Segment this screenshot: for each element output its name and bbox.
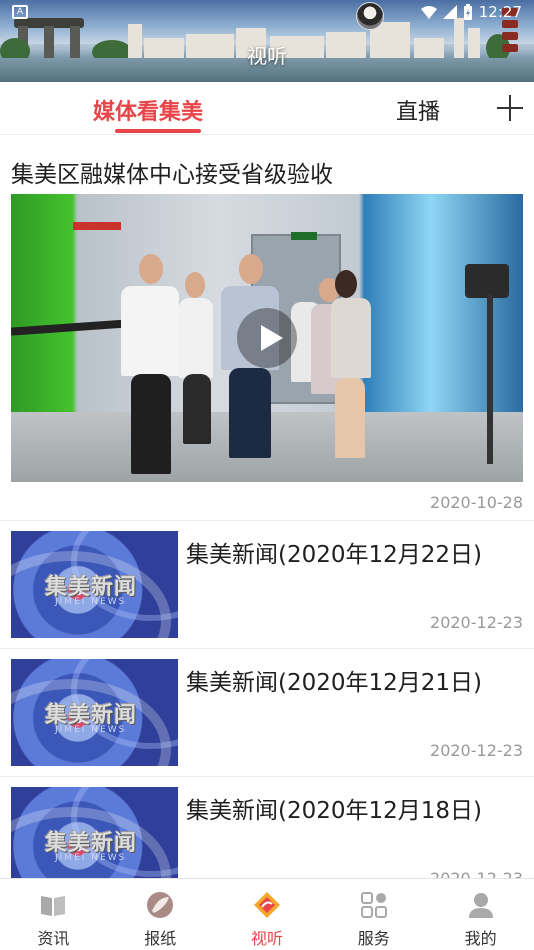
person-icon — [468, 893, 493, 918]
signal-icon — [442, 5, 457, 19]
nav-item-newspaper[interactable]: 报纸 — [107, 879, 214, 950]
nav-item-media[interactable]: 视听 — [214, 879, 321, 950]
feature-video-thumbnail[interactable] — [11, 194, 523, 482]
tab-live[interactable]: 直播 — [396, 94, 440, 126]
nav-item-news[interactable]: 资讯 — [0, 879, 107, 950]
tab-active-indicator — [115, 129, 201, 133]
list-item[interactable]: 集美新闻 JIMEI NEWS 集美新闻(2020年12月21日) 2020-1… — [0, 649, 534, 777]
header-banner: A 12:27 视听 — [0, 0, 534, 82]
play-icon[interactable] — [237, 308, 297, 368]
news-title[interactable]: 集美新闻(2020年12月18日) — [186, 791, 482, 825]
bottom-navigation: 资讯 报纸 视听 服务 我的 — [0, 878, 534, 950]
nav-label: 视听 — [250, 929, 283, 948]
wifi-icon — [420, 6, 437, 19]
plus-icon[interactable] — [497, 95, 523, 121]
news-thumbnail[interactable]: 集美新闻 JIMEI NEWS — [11, 659, 178, 766]
status-time: 12:27 — [478, 3, 522, 21]
page-title: 视听 — [247, 44, 287, 68]
nav-label: 资讯 — [37, 929, 70, 948]
nav-item-profile[interactable]: 我的 — [427, 879, 534, 950]
thumbnail-logo-subtext: JIMEI NEWS — [55, 853, 127, 863]
tab-media-jimei[interactable]: 媒体看集美 — [93, 94, 203, 126]
news-thumbnail[interactable]: 集美新闻 JIMEI NEWS — [11, 531, 178, 638]
user-avatar[interactable] — [356, 2, 384, 30]
book-icon — [41, 896, 66, 916]
feature-title[interactable]: 集美区融媒体中心接受省级验收 — [11, 155, 333, 189]
news-title[interactable]: 集美新闻(2020年12月22日) — [186, 535, 482, 569]
news-date: 2020-12-23 — [430, 613, 523, 632]
thumbnail-logo-subtext: JIMEI NEWS — [55, 597, 127, 607]
channel-tabs: 媒体看集美 直播 — [0, 82, 534, 135]
nav-item-services[interactable]: 服务 — [320, 879, 427, 950]
list-item[interactable]: 集美新闻 JIMEI NEWS 集美新闻(2020年12月22日) 2020-1… — [0, 521, 534, 649]
nav-label: 服务 — [357, 929, 390, 948]
thumbnail-logo-subtext: JIMEI NEWS — [55, 725, 127, 735]
a-notification-icon: A — [12, 5, 28, 19]
feature-article[interactable]: 集美区融媒体中心接受省级验收 2020-10-28 — [0, 135, 534, 521]
media-diamond-icon — [253, 892, 280, 918]
battery-charging-icon — [463, 4, 472, 20]
grid-services-icon — [360, 892, 387, 918]
nav-label: 我的 — [464, 929, 497, 948]
news-title[interactable]: 集美新闻(2020年12月21日) — [186, 663, 482, 697]
newspaper-leaf-icon — [147, 892, 174, 918]
news-date: 2020-12-23 — [430, 741, 523, 760]
nav-label: 报纸 — [144, 929, 177, 948]
feature-date: 2020-10-28 — [430, 493, 523, 512]
status-bar: A 12:27 — [0, 0, 534, 24]
